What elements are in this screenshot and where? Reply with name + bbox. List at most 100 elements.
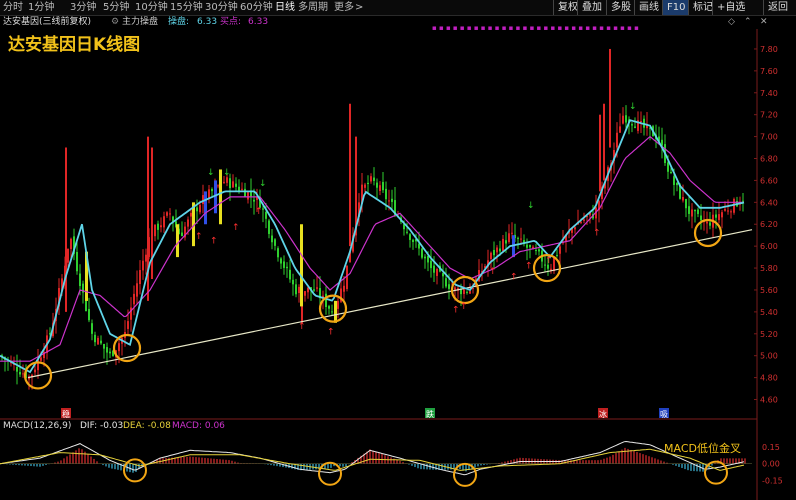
candle-body: [67, 248, 69, 263]
highlight-circles: [23, 218, 728, 487]
candle-body: [505, 240, 507, 244]
candle-body: [670, 171, 672, 174]
candle-body: [244, 188, 246, 197]
candle-body: [295, 284, 297, 295]
candle-body: [154, 224, 156, 237]
up-arrow-icon: ↑: [255, 207, 263, 217]
price-tick-label: 4.60: [760, 396, 778, 405]
candle-body: [136, 283, 138, 297]
candle-body: [232, 181, 234, 188]
candle-body: [667, 162, 669, 172]
up-arrow-icon: ↑: [525, 262, 533, 272]
candle-body: [640, 121, 642, 123]
candle-body: [22, 373, 24, 375]
candle-body: [427, 255, 429, 263]
candle-body: [688, 206, 690, 214]
dif-value: DIF: -0.03: [80, 421, 124, 431]
candle-body: [217, 185, 219, 187]
candle-body: [70, 238, 72, 250]
candle-body: [304, 291, 306, 296]
macd-axis-labels: 0.15 0.00 -0.15: [762, 443, 783, 486]
macd-circle: [704, 460, 728, 485]
candle-body: [559, 246, 561, 254]
candle-body: [430, 260, 432, 269]
price-tick-label: 7.40: [760, 89, 778, 98]
candle-body: [625, 115, 627, 123]
candle-body: [694, 209, 696, 212]
candle-body: [19, 372, 21, 375]
candle-body: [226, 177, 228, 183]
macd-tick-label: -0.15: [762, 476, 783, 485]
signal-label: 跌: [426, 409, 434, 419]
candle-body: [268, 220, 270, 234]
candle-body: [169, 213, 171, 215]
candle-body: [160, 225, 162, 228]
candle-body: [199, 204, 201, 213]
candle-body: [706, 221, 708, 224]
candle-body: [283, 261, 285, 268]
candle-body: [127, 321, 129, 329]
down-arrow-icon: ↓: [527, 201, 535, 211]
up-arrow-icon: ↑: [210, 236, 218, 246]
candle-body: [715, 214, 717, 218]
macd-annotation: MACD低位金叉: [664, 442, 741, 455]
candle-body: [391, 198, 393, 202]
candle-body: [247, 192, 249, 200]
candle-body: [211, 188, 213, 192]
candle-body: [382, 182, 384, 191]
candle-body: [253, 199, 255, 202]
candle-body: [433, 265, 435, 273]
candle-body: [16, 366, 18, 372]
candle-body: [691, 209, 693, 217]
candle-body: [499, 248, 501, 252]
candle-body: [412, 239, 414, 243]
candle-body: [448, 284, 450, 289]
candle-body: [535, 249, 537, 251]
up-arrow-icon: ↑: [460, 302, 468, 312]
accent-bar: [204, 191, 207, 225]
macd-circle: [318, 461, 342, 486]
candle-body: [313, 289, 315, 291]
candle-body: [454, 287, 456, 290]
candle-body: [79, 273, 81, 287]
candle-body: [331, 311, 333, 313]
candle-body: [553, 257, 555, 272]
candle-body: [406, 231, 408, 233]
price-tick-label: 5.40: [760, 308, 778, 317]
candle-body: [316, 287, 318, 289]
candle-body: [274, 239, 276, 246]
candle-body: [721, 212, 723, 218]
candle-body: [97, 337, 99, 345]
candle-body: [517, 237, 519, 239]
candle-body: [466, 291, 468, 293]
candle-body: [271, 235, 273, 243]
candle-body: [682, 196, 684, 201]
candle-body: [727, 210, 729, 212]
candle-body: [34, 369, 36, 373]
down-arrow-icon: ↓: [223, 168, 231, 178]
candle-body: [373, 177, 375, 181]
candle-body: [385, 188, 387, 200]
candle-body: [88, 308, 90, 321]
candle-body: [622, 115, 624, 124]
price-tick-label: 5.80: [760, 264, 778, 273]
price-tick-label: 5.00: [760, 352, 778, 361]
up-arrow-icon: ↑: [593, 229, 601, 239]
candle-body: [631, 124, 633, 126]
candle-body: [490, 252, 492, 260]
candle-body: [280, 258, 282, 264]
buy-point-line: [0, 135, 744, 362]
candle-body: [538, 249, 540, 252]
price-tick-label: 7.80: [760, 45, 778, 54]
candle-body: [424, 256, 426, 259]
candle-body: [367, 182, 369, 185]
price-tick-label: 6.80: [760, 155, 778, 164]
accent-bar: [219, 169, 222, 225]
candle-body: [109, 351, 111, 354]
up-arrow-icon: ↑: [232, 223, 240, 233]
candle-body: [343, 285, 345, 292]
candle-body: [493, 249, 495, 256]
candle-body: [277, 248, 279, 258]
candle-body: [409, 234, 411, 240]
price-tick-label: 5.60: [760, 286, 778, 295]
